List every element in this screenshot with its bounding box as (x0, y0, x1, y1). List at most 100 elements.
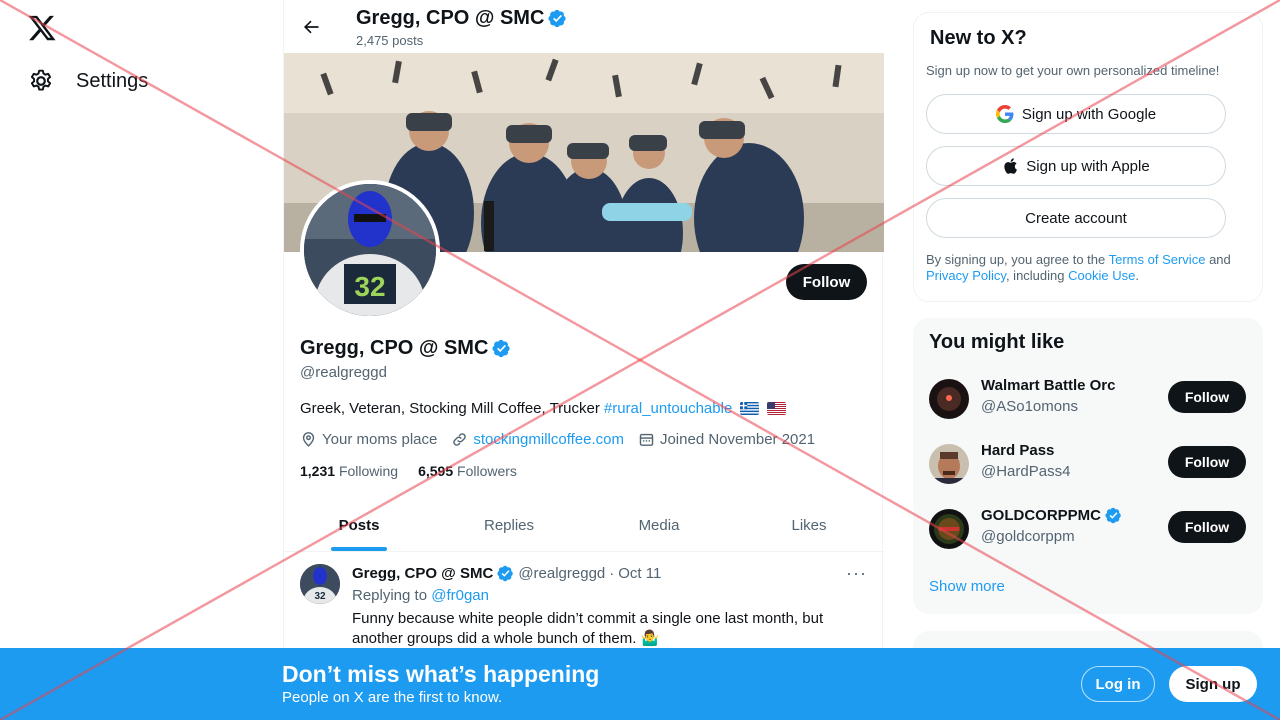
signup-apple-button[interactable]: Sign up with Apple (926, 146, 1226, 186)
location-item: Your moms place (300, 431, 437, 448)
suggestion-handle: @goldcorppm (981, 528, 1075, 545)
create-account-label: Create account (1025, 209, 1127, 227)
legal-period: . (1135, 268, 1139, 283)
tweet-item[interactable]: 32 Gregg, CPO @ SMC @realgreggd · Oct 11… (284, 553, 884, 653)
replying-to: Replying to @fr0gan (352, 587, 489, 604)
privacy-link[interactable]: Privacy Policy (926, 268, 1006, 283)
legal-prefix: By signing up, you agree to the (926, 252, 1106, 267)
cookie-link[interactable]: Cookie Use (1068, 268, 1135, 283)
suggestion-name-text: GOLDCORPPMC (981, 507, 1101, 524)
bio-text: Greek, Veteran, Stocking Mill Coffee, Tr… (300, 400, 600, 417)
suggestion-avatar[interactable] (929, 379, 969, 419)
signup-card: New to X? Sign up now to get your own pe… (913, 12, 1263, 302)
bio-hashtag-link[interactable]: #rural_untouchable (604, 400, 732, 417)
following-count: 1,231 (300, 463, 336, 479)
following-link[interactable]: 1,231 Following (300, 463, 398, 479)
post-count: 2,475 posts (356, 33, 424, 48)
tweet-date[interactable]: Oct 11 (618, 565, 661, 582)
tab-replies[interactable]: Replies (434, 500, 584, 551)
tweet-separator: · (609, 565, 615, 582)
replying-prefix: Replying to (352, 587, 428, 604)
signup-apple-label: Sign up with Apple (1026, 157, 1150, 175)
profile-name-row: Gregg, CPO @ SMC (300, 337, 511, 360)
suggestion-name: Hard Pass (981, 442, 1054, 459)
suggestion-follow-button[interactable]: Follow (1168, 446, 1246, 478)
tab-media[interactable]: Media (584, 500, 734, 551)
verified-badge-icon (492, 339, 511, 358)
login-prompt-banner: Don’t miss what’s happening People on X … (0, 648, 1280, 720)
suggestion-name: Walmart Battle Orc (981, 377, 1115, 394)
gear-icon (30, 69, 52, 91)
profile-column: Gregg, CPO @ SMC 2,475 posts 32 Follow G… (283, 0, 884, 720)
suggestion-name-text: Hard Pass (981, 442, 1055, 459)
profile-bio: Greek, Veteran, Stocking Mill Coffee, Tr… (300, 400, 787, 417)
tweet-avatar-image: 32 (300, 564, 340, 604)
suggestion-item[interactable]: Hard Pass @HardPass4 Follow (929, 440, 1249, 490)
suggestion-avatar-image (929, 509, 969, 549)
suggestion-avatar[interactable] (929, 509, 969, 549)
settings-link[interactable]: Settings (28, 68, 148, 94)
calendar-icon (639, 433, 654, 446)
tab-posts[interactable]: Posts (284, 500, 434, 551)
avatar-image: 32 (304, 184, 436, 316)
signup-button[interactable]: Sign up (1169, 666, 1257, 702)
followers-count: 6,595 (418, 463, 454, 479)
suggestion-name-text: Walmart Battle Orc (981, 377, 1116, 394)
signup-google-button[interactable]: Sign up with Google (926, 94, 1226, 134)
signup-legal-text: By signing up, you agree to the Terms of… (926, 252, 1251, 284)
suggestion-item[interactable]: GOLDCORPPMC @goldcorppm Follow (929, 505, 1249, 555)
terms-link[interactable]: Terms of Service (1109, 252, 1206, 267)
legal-and: and (1209, 252, 1231, 267)
arrow-left-icon (303, 20, 319, 34)
profile-stats: 1,231 Following 6,595 Followers (300, 463, 517, 479)
signup-google-label: Sign up with Google (1021, 105, 1157, 123)
profile-header-bar: Gregg, CPO @ SMC 2,475 posts (284, 0, 884, 53)
x-logo-icon[interactable] (27, 13, 57, 43)
follow-button[interactable]: Follow (786, 264, 867, 300)
usa-flag-icon (767, 402, 787, 415)
profile-tabs: Posts Replies Media Likes (284, 500, 884, 552)
more-options-icon[interactable]: ··· (846, 563, 867, 584)
location-text: Your moms place (322, 431, 438, 448)
signup-card-subtitle: Sign up now to get your own personalized… (926, 63, 1220, 78)
website-link[interactable]: stockingmillcoffee.com (473, 431, 624, 448)
create-account-button[interactable]: Create account (926, 198, 1226, 238)
tweet-avatar[interactable]: 32 (300, 564, 340, 604)
joined-text: Joined November 2021 (659, 431, 816, 448)
suggestion-avatar-image (929, 444, 969, 484)
login-button[interactable]: Log in (1081, 666, 1155, 702)
settings-label: Settings (76, 69, 149, 92)
followers-link[interactable]: 6,595 Followers (418, 463, 517, 479)
followers-label: Followers (457, 463, 517, 479)
suggestion-follow-button[interactable]: Follow (1168, 511, 1246, 543)
svg-text:32: 32 (314, 591, 326, 602)
suggestion-item[interactable]: Walmart Battle Orc @ASo1omons Follow (929, 375, 1249, 425)
tweet-text: Funny because white people didn’t commit… (352, 610, 824, 647)
website-item: stockingmillcoffee.com (451, 431, 624, 448)
banner-subtitle: People on X are the first to know. (282, 689, 503, 706)
header-title: Gregg, CPO @ SMC (356, 7, 567, 30)
header-name: Gregg, CPO @ SMC (356, 7, 545, 29)
verified-badge-icon (497, 565, 514, 582)
tweet-author-handle: @realgreggd (518, 565, 606, 582)
suggestion-follow-button[interactable]: Follow (1168, 381, 1246, 413)
show-more-link[interactable]: Show more (929, 578, 1005, 595)
tab-likes[interactable]: Likes (734, 500, 884, 551)
replying-to-link[interactable]: @fr0gan (431, 587, 489, 604)
suggestion-handle: @HardPass4 (981, 463, 1071, 480)
tweet-author-name[interactable]: Gregg, CPO @ SMC (352, 565, 493, 582)
signup-card-title: New to X? (930, 27, 1027, 49)
suggestion-handle: @ASo1omons (981, 398, 1078, 415)
link-icon (453, 433, 467, 446)
joined-item: Joined November 2021 (638, 431, 815, 448)
suggestions-title: You might like (929, 331, 1065, 353)
profile-name: Gregg, CPO @ SMC (300, 337, 489, 359)
apple-icon (1004, 158, 1018, 174)
following-label: Following (338, 463, 399, 479)
tweet-header: Gregg, CPO @ SMC @realgreggd · Oct 11 (352, 565, 661, 582)
banner-title: Don’t miss what’s happening (282, 661, 600, 687)
back-button[interactable] (298, 14, 324, 40)
suggestion-avatar[interactable] (929, 444, 969, 484)
legal-including: , including (1005, 268, 1065, 283)
profile-avatar[interactable]: 32 (300, 180, 440, 320)
